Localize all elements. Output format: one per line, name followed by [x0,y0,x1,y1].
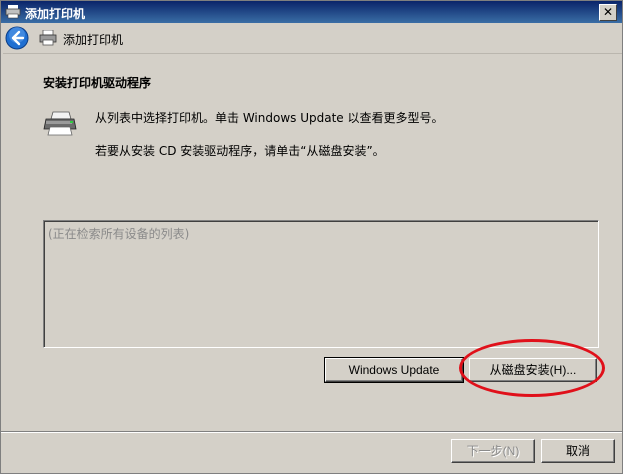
instruction-text-cd: 若要从安装 CD 安装驱动程序，请单击“从磁盘安装”。 [95,144,385,158]
printer-icon [39,30,57,46]
instruction-text: 从列表中选择打印机。单击 Windows Update 以查看更多型号。 [95,111,444,125]
footer-divider [1,431,622,433]
nav-title: 添加打印机 [63,33,124,47]
next-button[interactable]: 下一步(N) [451,439,535,463]
list-placeholder: (正在检索所有设备的列表) [48,227,190,241]
printer-list[interactable]: (正在检索所有设备的列表) [43,220,599,348]
windows-update-button[interactable]: Windows Update [324,357,464,383]
content-area: 安装打印机驱动程序 从列表中选择打印机。单击 Windows Update 以查… [3,53,622,432]
title-bar[interactable]: 添加打印机 ✕ [1,1,622,23]
add-printer-window: 添加打印机 ✕ 添加打印机 安装打印机驱动程序 从列表中选择打印机。单击 Win… [0,0,623,474]
page-title: 安装打印机驱动程序 [43,76,152,90]
close-icon: ✕ [602,5,614,19]
close-button[interactable]: ✕ [599,4,617,21]
nav-bar: 添加打印机 [1,23,622,53]
back-button[interactable] [5,26,29,50]
printer-icon [43,111,77,136]
window-title: 添加打印机 [25,7,86,21]
have-disk-button[interactable]: 从磁盘安装(H)... [469,358,597,382]
cancel-button[interactable]: 取消 [541,439,615,463]
printer-icon [5,5,21,19]
